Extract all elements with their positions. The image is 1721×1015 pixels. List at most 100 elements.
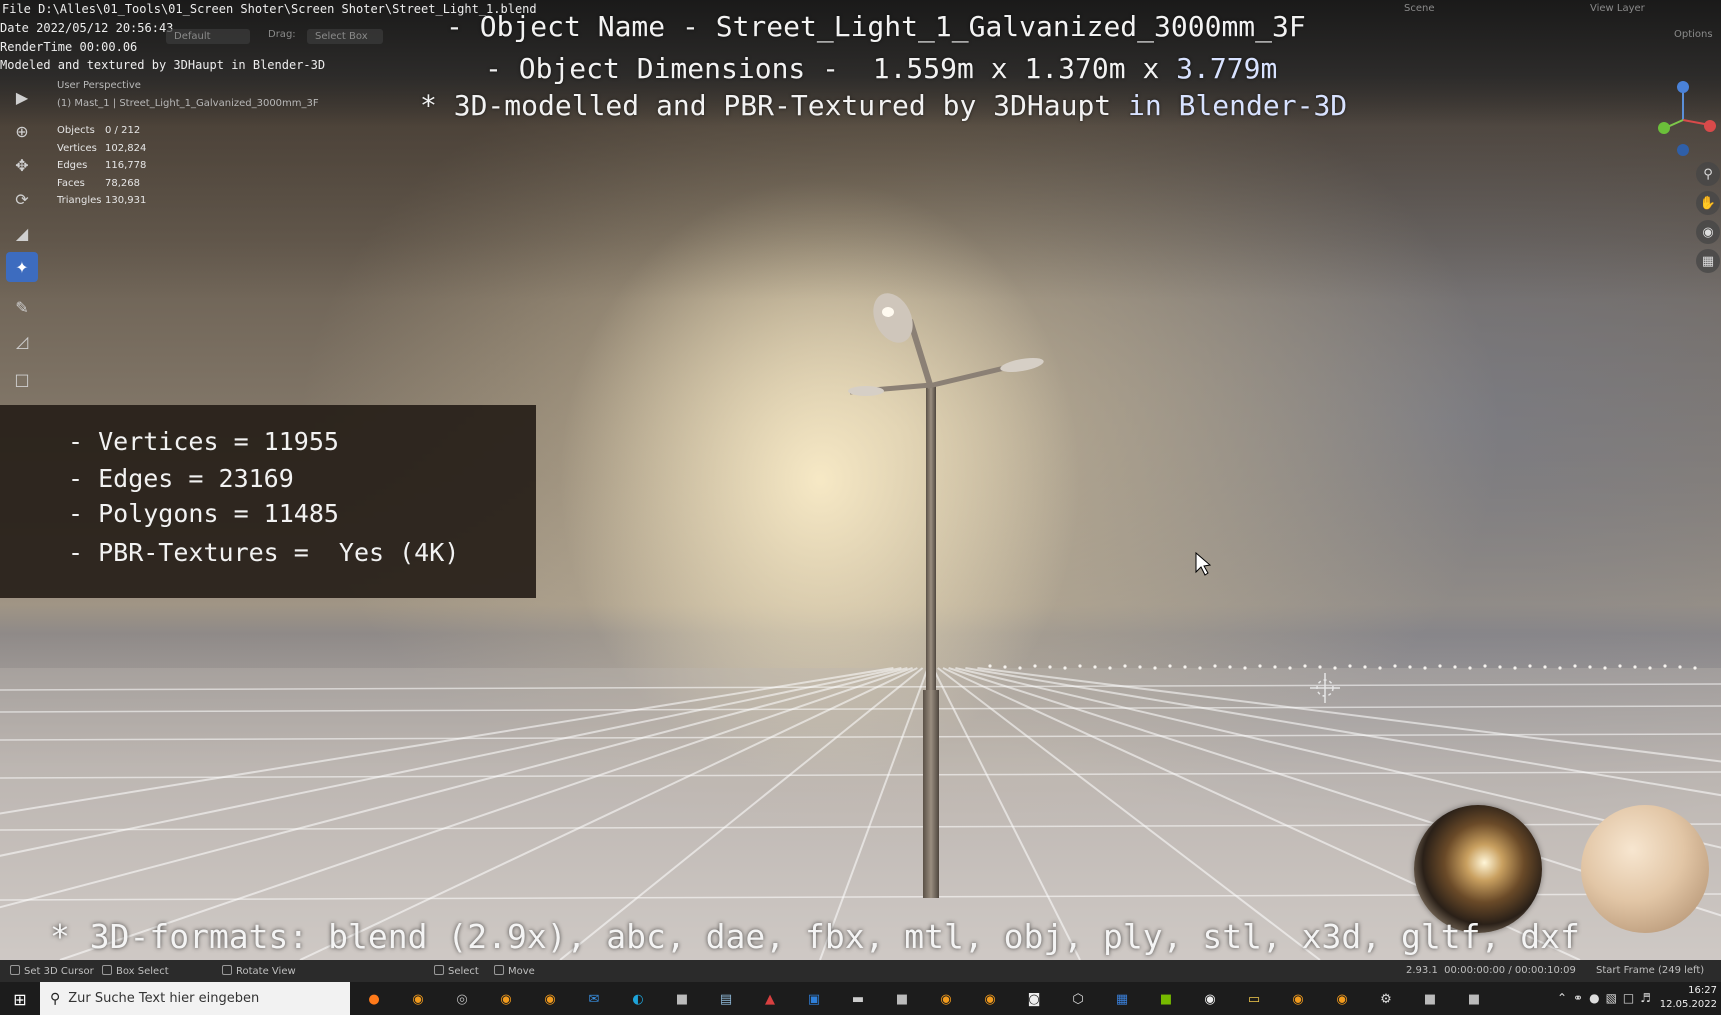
- firefox-icon[interactable]: ●: [363, 988, 385, 1010]
- horizon-dot: [1693, 666, 1697, 670]
- blender-icon[interactable]: ◉: [407, 988, 429, 1010]
- horizon-dot: [1573, 664, 1577, 668]
- axis-x-icon: [1704, 120, 1716, 132]
- mouse-drag-icon: [494, 965, 504, 975]
- mail-icon[interactable]: ✉: [583, 988, 605, 1010]
- status-rotate-view: Rotate View: [222, 965, 296, 977]
- horizon-dot: [1078, 664, 1082, 668]
- horizon-dot: [1093, 665, 1097, 669]
- notes-icon[interactable]: ▤: [715, 988, 737, 1010]
- orientation-dropdown[interactable]: Default: [166, 29, 250, 44]
- horizon-dot: [988, 664, 992, 668]
- app-icon[interactable]: ■: [671, 988, 693, 1010]
- stat-row: Edges 116,778: [57, 160, 165, 178]
- select-box-icon[interactable]: ▶: [6, 82, 38, 112]
- view-perspective-label: User Perspective: [57, 80, 141, 91]
- store-icon[interactable]: ▣: [803, 988, 825, 1010]
- rotate-icon[interactable]: ⟳: [6, 184, 38, 214]
- chrome-icon[interactable]: ◎: [451, 988, 473, 1010]
- scene-statistics: Objects 0 / 212 Vertices 102,824 Edges 116,…: [57, 125, 165, 213]
- clock-time: 16:27: [1688, 985, 1717, 996]
- status-label: Move: [508, 966, 535, 977]
- horizon-dot: [1378, 666, 1382, 670]
- upper-lamp-glow: [882, 307, 894, 317]
- horizon-dot: [1153, 666, 1157, 670]
- measure-icon[interactable]: ◿: [6, 326, 38, 356]
- status-label: Rotate View: [236, 966, 296, 977]
- taskbar-search-input[interactable]: ⚲ Zur Suche Text hier eingeben: [40, 982, 350, 1015]
- blender-icon[interactable]: ◉: [539, 988, 561, 1010]
- pan-hand-icon[interactable]: ✋: [1696, 191, 1720, 215]
- drag-mode-dropdown[interactable]: Select Box: [307, 29, 383, 44]
- cube-icon[interactable]: ⬡: [1067, 988, 1089, 1010]
- blender-icon[interactable]: ◉: [1287, 988, 1309, 1010]
- horizon-dot: [1453, 665, 1457, 669]
- panda-icon[interactable]: ◙: [1023, 988, 1045, 1010]
- horizon-dot: [1228, 665, 1232, 669]
- nvidia-icon[interactable]: ■: [1155, 988, 1177, 1010]
- terminal-icon[interactable]: ▬: [847, 988, 869, 1010]
- axis-z-icon: [1677, 81, 1689, 93]
- right-lamp-head: [1000, 357, 1044, 373]
- calendar-icon[interactable]: ▦: [1111, 988, 1133, 1010]
- move-icon[interactable]: ✥: [6, 150, 38, 180]
- status-set-cursor: Set 3D Cursor: [10, 965, 94, 977]
- add-cube-icon[interactable]: □: [6, 364, 38, 394]
- paint-icon[interactable]: ▲: [759, 988, 781, 1010]
- horizon-dot: [1108, 666, 1112, 670]
- horizon-dot: [1243, 666, 1247, 670]
- horizon-dot: [1393, 664, 1397, 668]
- textures-info: - PBR-Textures = Yes (4K): [68, 538, 460, 567]
- windows-start-icon[interactable]: ⊞: [4, 986, 36, 1012]
- horizon-dot: [1603, 666, 1607, 670]
- dimensions-text: - Object Dimensions - 1.559m x 1.370m x: [485, 52, 1177, 85]
- horizon-dot: [1258, 664, 1262, 668]
- mouse-middle-icon: [222, 965, 232, 975]
- hdri-diffuse-sphere: [1581, 805, 1709, 933]
- settings-icon[interactable]: ⚙: [1375, 988, 1397, 1010]
- hdri-chrome-sphere: [1414, 805, 1542, 933]
- transform-icon[interactable]: ✦: [6, 252, 38, 282]
- explorer-icon[interactable]: ▭: [1243, 988, 1265, 1010]
- app-icon[interactable]: ■: [1463, 988, 1485, 1010]
- mouse-right-icon: [434, 965, 444, 975]
- blender-icon[interactable]: ◉: [935, 988, 957, 1010]
- stat-value: 78,268: [105, 177, 140, 189]
- camera-view-icon[interactable]: ◉: [1696, 220, 1720, 244]
- scale-icon[interactable]: ◢: [6, 218, 38, 248]
- dimensions-height: 3.779m: [1176, 52, 1278, 85]
- zoom-icon[interactable]: ⚲: [1696, 162, 1720, 186]
- horizon-dot: [1063, 666, 1067, 670]
- edge-icon[interactable]: ◐: [627, 988, 649, 1010]
- edges-info: - Edges = 23169: [68, 464, 294, 493]
- horizon-dot: [1558, 666, 1562, 670]
- blender-icon[interactable]: ◉: [979, 988, 1001, 1010]
- system-clock[interactable]: 16:27 12.05.2022: [1660, 984, 1717, 1012]
- scene-selector[interactable]: Scene: [1404, 3, 1435, 14]
- status-box-select: Box Select: [102, 965, 169, 977]
- horizon-dot: [1198, 666, 1202, 670]
- app-icon[interactable]: ■: [891, 988, 913, 1010]
- obs-icon[interactable]: ◉: [1199, 988, 1221, 1010]
- windows-taskbar: ⊞ ⚲ Zur Suche Text hier eingeben ● ◉ ◎ ◉ ◉ ✉ ◐…: [0, 982, 1721, 1015]
- stat-value: 130,931: [105, 195, 147, 206]
- cursor-icon[interactable]: ⊕: [6, 116, 38, 146]
- annotate-icon[interactable]: ✎: [6, 292, 38, 322]
- modelled-text: * 3D-modelled and PBR-Textured by 3DHaup…: [420, 89, 1129, 122]
- horizon-dot: [1648, 666, 1652, 670]
- status-label: Box Select: [116, 966, 169, 977]
- view-layer-selector[interactable]: View Layer: [1590, 3, 1645, 14]
- horizon-dot: [1348, 664, 1352, 668]
- system-tray[interactable]: ⌃⚭●▧□♬: [1557, 991, 1657, 1005]
- blender-icon[interactable]: ◉: [495, 988, 517, 1010]
- options-menu[interactable]: Options: [1674, 29, 1713, 40]
- ortho-grid-icon[interactable]: ▦: [1696, 249, 1720, 273]
- blender-icon[interactable]: ◉: [1331, 988, 1353, 1010]
- status-bar: Set 3D Cursor Box Select Rotate View Sel…: [0, 960, 1721, 982]
- horizon-dot: [1633, 665, 1637, 669]
- status-select: Select: [434, 965, 479, 977]
- navigation-gizmo[interactable]: [1640, 80, 1720, 160]
- upper-arm: [907, 319, 934, 389]
- modelled-software: in Blender-3D: [1128, 89, 1348, 122]
- app-icon[interactable]: ■: [1419, 988, 1441, 1010]
